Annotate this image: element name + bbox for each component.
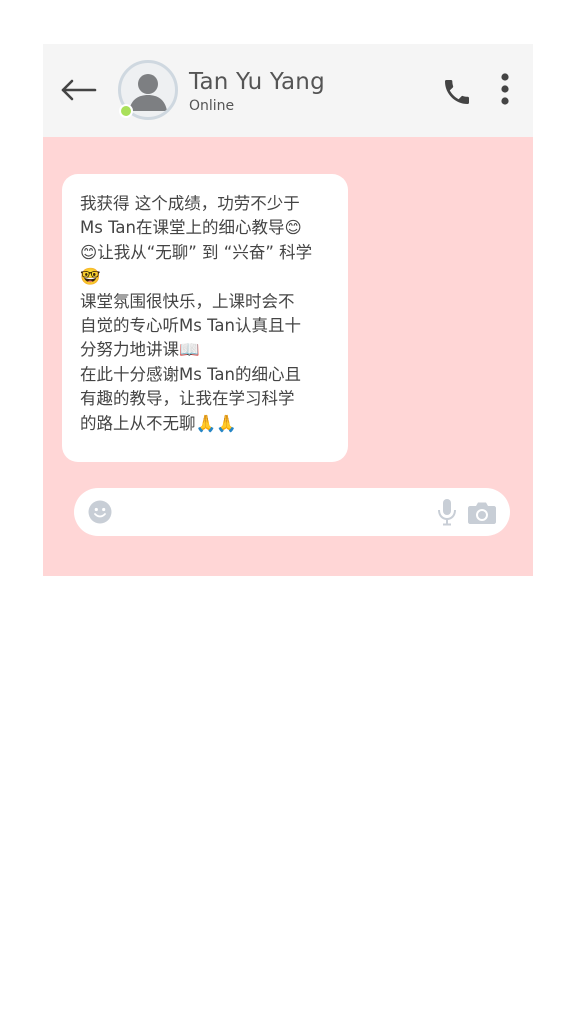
message-line: 课堂氛围很快乐，上课时会不 — [80, 291, 295, 311]
message-line: 的路上从不无聊🙏🙏 — [80, 413, 237, 433]
incoming-message-bubble[interactable]: 我获得 这个成绩，功劳不少于 Ms Tan在课堂上的细心教导😊 😊让我从“无聊”… — [62, 174, 348, 462]
contact-name: Tan Yu Yang — [189, 69, 325, 95]
contact-status: Online — [189, 98, 235, 114]
smiley-icon — [88, 500, 112, 524]
camera-button[interactable] — [467, 500, 497, 526]
message-composer — [74, 488, 510, 536]
message-line: 😊让我从“无聊” 到 “兴奋” 科学 — [80, 242, 313, 262]
phone-icon — [445, 80, 469, 104]
message-line: 分努力地讲课📖 — [80, 340, 200, 360]
emoji-button[interactable] — [88, 500, 112, 524]
online-indicator — [119, 104, 133, 118]
message-line: 我获得 这个成绩，功劳不少于 — [80, 194, 300, 213]
message-line: Ms Tan在课堂上的细心教导😊 — [80, 218, 302, 238]
message-line: 自觉的专心听Ms Tan认真且十 — [80, 316, 301, 336]
arrow-left-icon — [61, 79, 97, 101]
voice-record-button[interactable] — [436, 498, 458, 526]
back-button[interactable] — [59, 74, 99, 106]
microphone-icon — [438, 499, 456, 526]
message-line: 在此十分感谢Ms Tan的细心且 — [80, 364, 301, 384]
more-vertical-icon — [501, 73, 509, 105]
chat-header: Tan Yu Yang Online — [43, 44, 533, 137]
camera-icon — [468, 502, 496, 524]
message-line: 有趣的教导，让我在学习科学 — [80, 389, 295, 409]
more-options-button[interactable] — [495, 72, 515, 108]
message-input[interactable] — [122, 496, 426, 530]
message-line: 🤓 — [80, 267, 101, 287]
chat-screen: Tan Yu Yang Online 我获得 这个成绩，功劳不少于 Ms Tan… — [43, 44, 533, 576]
call-button[interactable] — [441, 76, 473, 108]
